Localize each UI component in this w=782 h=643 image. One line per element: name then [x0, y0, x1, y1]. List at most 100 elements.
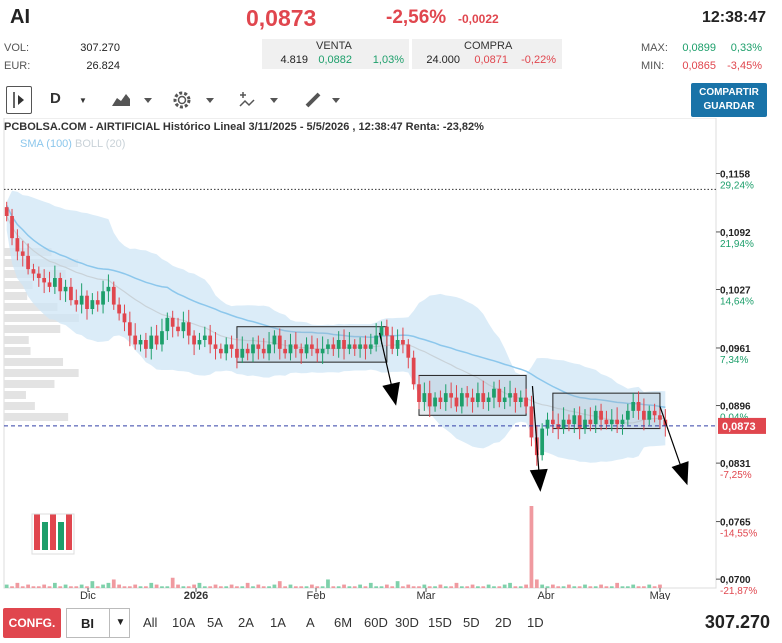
candle-body[interactable]: [492, 388, 496, 398]
candle-body[interactable]: [486, 397, 491, 402]
candle-body[interactable]: [31, 269, 36, 274]
candle-body[interactable]: [186, 322, 191, 336]
candle-body[interactable]: [26, 255, 30, 270]
candle-body[interactable]: [181, 322, 186, 332]
candle-body[interactable]: [197, 340, 202, 345]
candle-body[interactable]: [101, 291, 105, 305]
candle-body[interactable]: [658, 415, 662, 420]
candle-body[interactable]: [545, 419, 550, 429]
candle-body[interactable]: [256, 344, 261, 349]
candle-body[interactable]: [331, 344, 336, 349]
candle-body[interactable]: [138, 340, 143, 345]
candle-body[interactable]: [15, 238, 20, 252]
candle-body[interactable]: [85, 295, 89, 309]
candle-body[interactable]: [374, 335, 379, 345]
candle-body[interactable]: [315, 348, 320, 354]
candle-body[interactable]: [427, 393, 432, 407]
candle-body[interactable]: [192, 335, 196, 345]
candle-body[interactable]: [74, 300, 79, 305]
candle-body[interactable]: [63, 286, 68, 292]
candle-body[interactable]: [358, 344, 362, 349]
candle-body[interactable]: [550, 419, 555, 425]
candle-body[interactable]: [208, 335, 213, 345]
share-save-button[interactable]: COMPARTIR GUARDAR: [691, 83, 767, 117]
candle-body[interactable]: [502, 397, 507, 402]
candle-body[interactable]: [567, 419, 571, 425]
candle-body[interactable]: [95, 300, 100, 305]
candle-body[interactable]: [508, 393, 512, 398]
candle-body[interactable]: [459, 393, 464, 407]
bi-select[interactable]: BI ▼: [66, 608, 130, 638]
candle-body[interactable]: [417, 384, 421, 402]
panel-toggle-button[interactable]: [6, 86, 32, 114]
candle-body[interactable]: [213, 344, 218, 349]
candle-body[interactable]: [251, 344, 255, 354]
candle-body[interactable]: [342, 340, 346, 349]
candle-body[interactable]: [106, 286, 111, 292]
candle-body[interactable]: [47, 282, 52, 287]
candle-body[interactable]: [10, 216, 14, 239]
candle-body[interactable]: [20, 251, 25, 256]
candle-body[interactable]: [476, 393, 480, 402]
candle-body[interactable]: [652, 410, 657, 416]
candle-body[interactable]: [122, 313, 127, 323]
candle-body[interactable]: [604, 419, 609, 425]
candle-body[interactable]: [160, 331, 164, 345]
candle-body[interactable]: [636, 402, 641, 411]
candle-body[interactable]: [647, 410, 652, 420]
candle-body[interactable]: [111, 286, 116, 305]
candle-body[interactable]: [642, 410, 646, 420]
candle-body[interactable]: [245, 348, 250, 354]
candle-body[interactable]: [631, 402, 636, 411]
candle-body[interactable]: [52, 278, 57, 287]
candle-body[interactable]: [384, 326, 389, 336]
candle-body[interactable]: [583, 419, 587, 429]
candle-body[interactable]: [572, 415, 577, 425]
candle-body[interactable]: [561, 419, 566, 429]
candle-body[interactable]: [401, 340, 405, 345]
candle-body[interactable]: [117, 304, 122, 314]
range-all[interactable]: All: [143, 615, 157, 630]
candle-body[interactable]: [454, 397, 459, 407]
candle-body[interactable]: [449, 393, 454, 398]
candle-body[interactable]: [615, 419, 620, 425]
candle-body[interactable]: [310, 344, 314, 349]
candle-body[interactable]: [304, 344, 309, 354]
candle-body[interactable]: [149, 335, 154, 349]
candle-body[interactable]: [235, 348, 239, 358]
drawing-tools-dropdown[interactable]: [302, 86, 344, 114]
candle-body[interactable]: [144, 340, 148, 349]
candle-body[interactable]: [127, 322, 132, 336]
candle-body[interactable]: [133, 335, 138, 345]
candle-body[interactable]: [497, 388, 502, 402]
candle-body[interactable]: [390, 335, 395, 349]
candle-body[interactable]: [347, 344, 352, 349]
range-5a[interactable]: 5A: [207, 615, 223, 630]
candle-body[interactable]: [272, 335, 277, 345]
candle-body[interactable]: [620, 419, 625, 425]
candle-body[interactable]: [36, 273, 41, 278]
range-30d[interactable]: 30D: [395, 615, 419, 630]
legend-sma[interactable]: SMA (100): [20, 138, 72, 150]
candle-body[interactable]: [336, 340, 341, 349]
candle-body[interactable]: [170, 317, 175, 327]
candle-body[interactable]: [540, 428, 545, 456]
candle-body[interactable]: [609, 419, 614, 425]
range-5d[interactable]: 5D: [463, 615, 480, 630]
candle-body[interactable]: [218, 348, 223, 354]
candle-body[interactable]: [411, 357, 416, 385]
candle-body[interactable]: [202, 335, 207, 340]
candle-body[interactable]: [261, 348, 266, 354]
settings-dropdown[interactable]: [170, 86, 218, 114]
candle-body[interactable]: [443, 393, 448, 402]
candle-body[interactable]: [229, 344, 234, 349]
candle-body[interactable]: [320, 348, 325, 354]
candle-body[interactable]: [368, 344, 373, 349]
range-1d[interactable]: 1D: [527, 615, 544, 630]
candle-body[interactable]: [524, 397, 528, 407]
indicators-dropdown[interactable]: [236, 86, 284, 114]
candle-body[interactable]: [4, 207, 9, 216]
candle-body[interactable]: [625, 410, 630, 420]
config-button[interactable]: CONFG.: [3, 608, 61, 638]
period-dropdown[interactable]: D ▼: [50, 86, 90, 114]
